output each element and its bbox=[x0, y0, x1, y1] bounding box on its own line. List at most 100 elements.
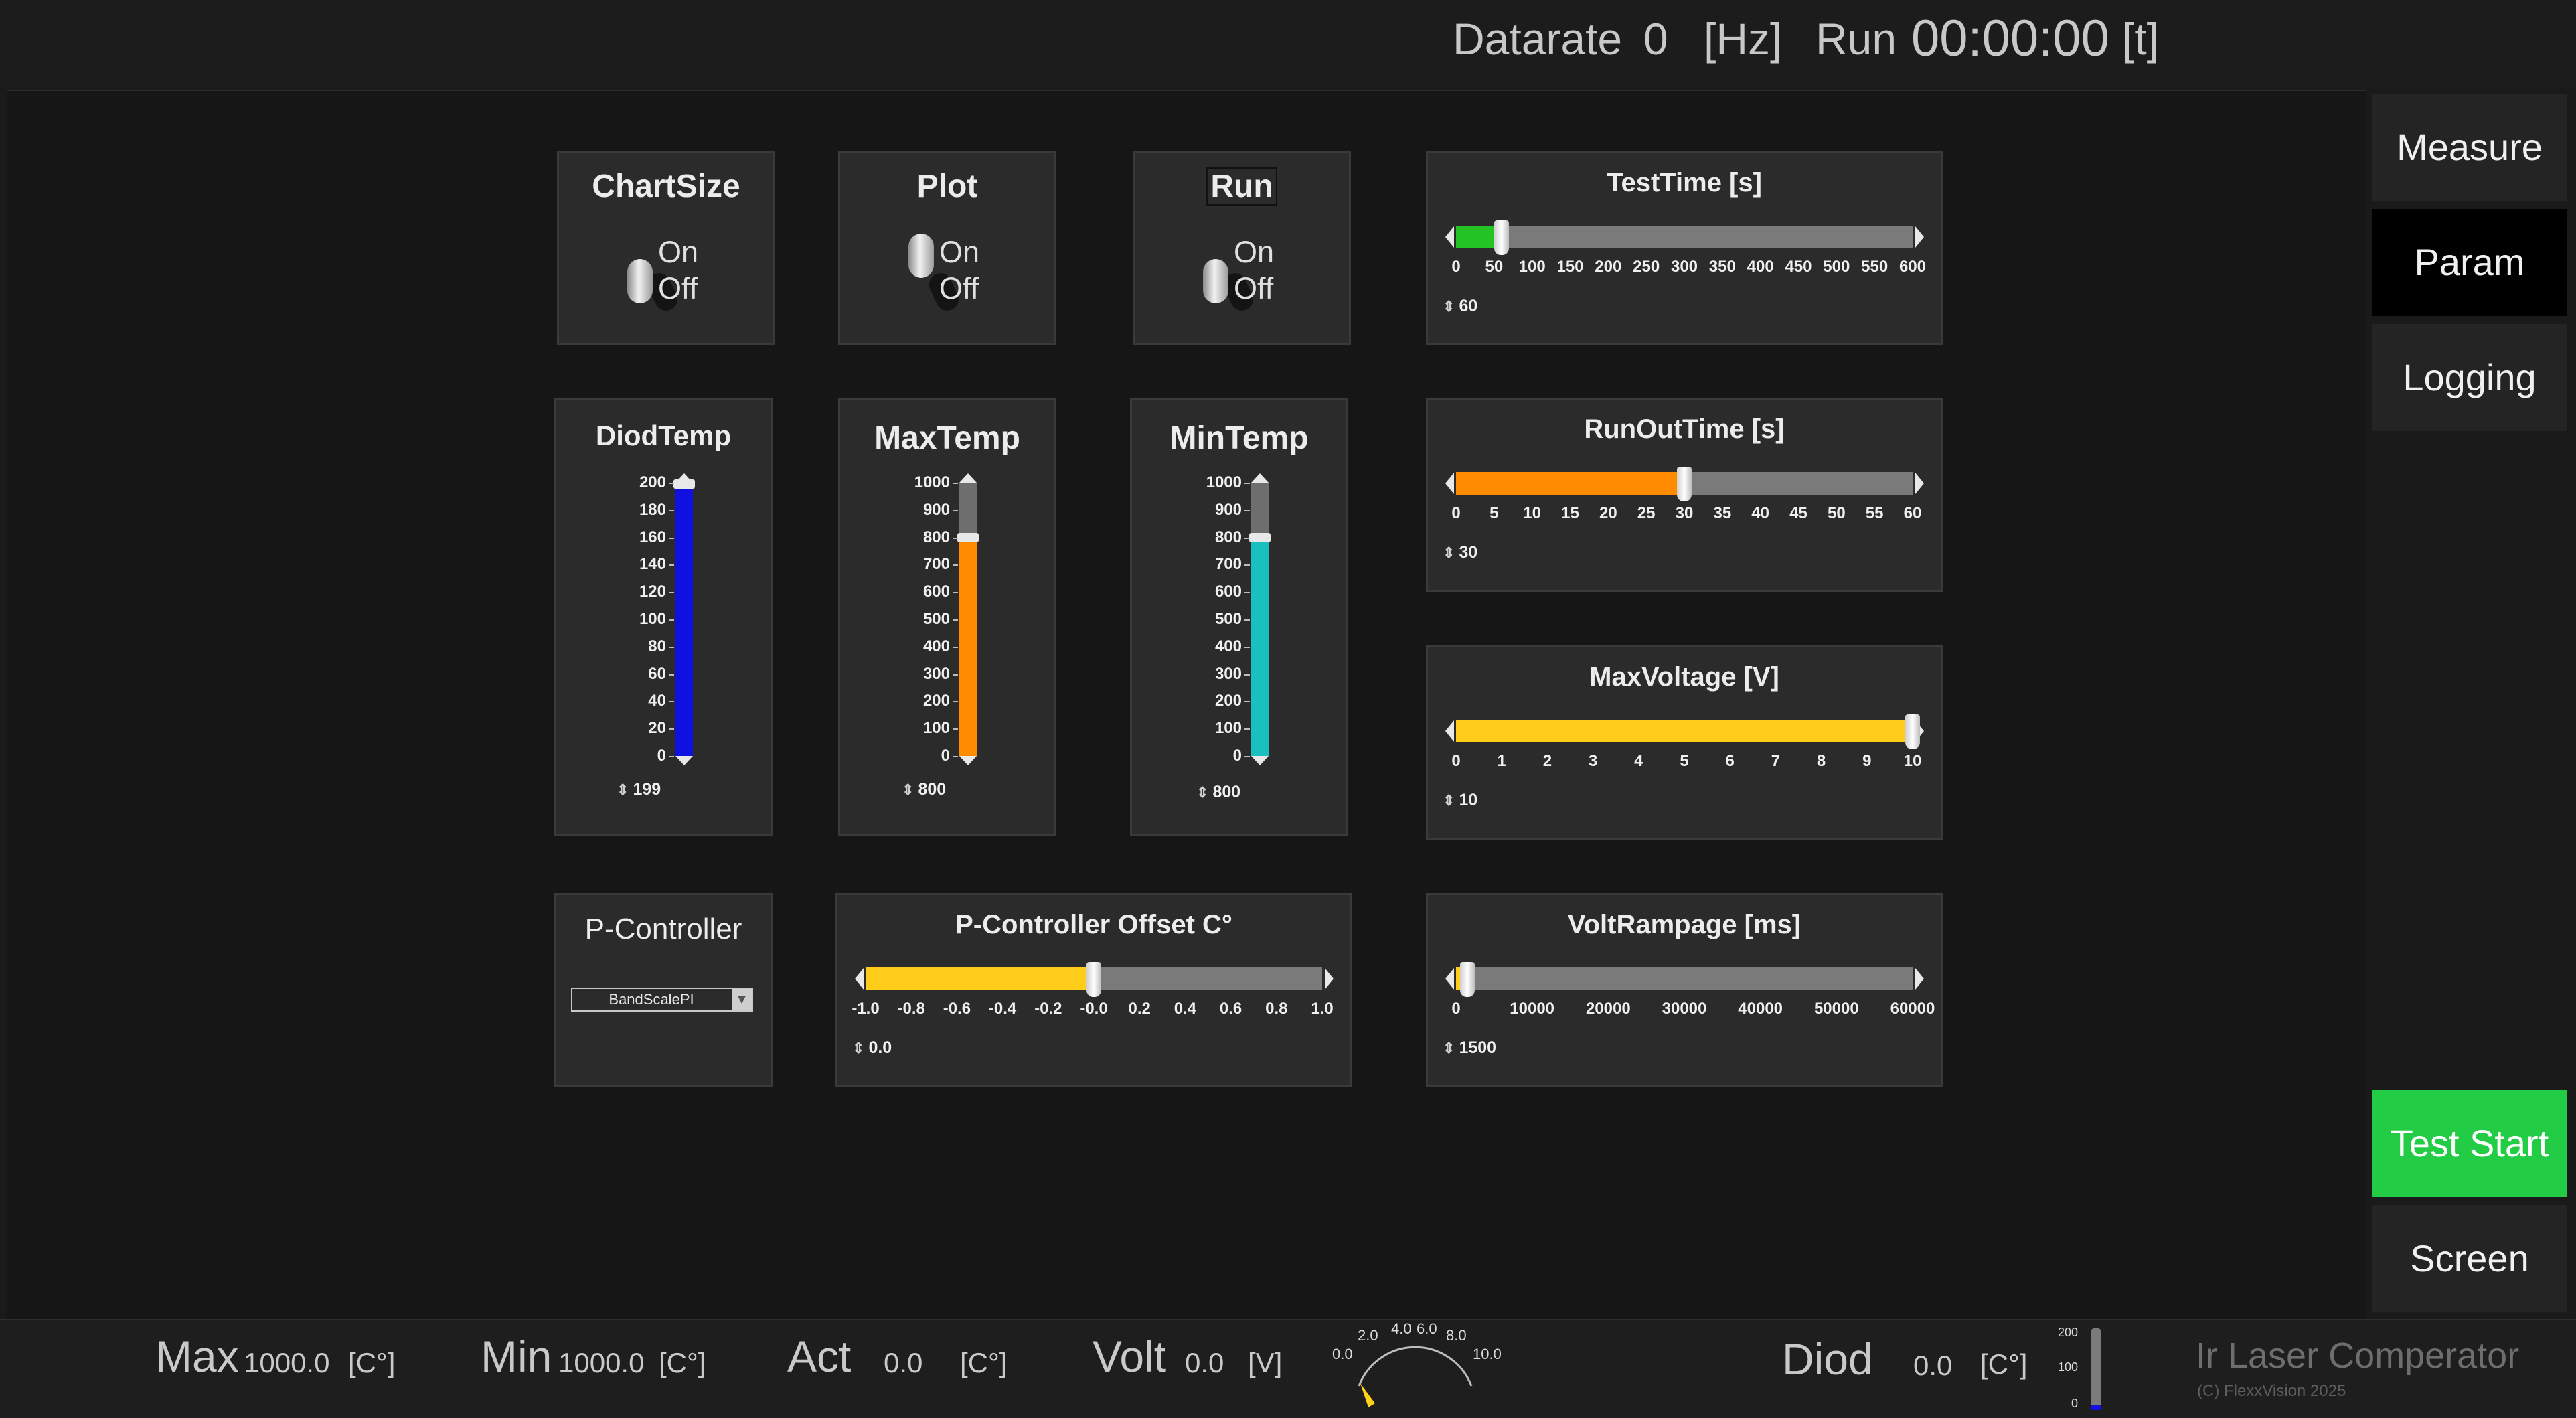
vbar-tick-label: 700 bbox=[922, 555, 950, 574]
vbar-tick-label: 300 bbox=[922, 664, 950, 683]
slider-tick-label: 15 bbox=[1561, 504, 1579, 522]
arrow-up-icon[interactable] bbox=[675, 473, 693, 483]
mintemp-value-text: 800 bbox=[1212, 783, 1241, 801]
maxvoltage-title: MaxVoltage [V] bbox=[1589, 662, 1779, 692]
min-value: 1000.0 bbox=[558, 1347, 645, 1378]
arrow-down-icon[interactable] bbox=[959, 756, 977, 765]
mini-track bbox=[2091, 1328, 2101, 1409]
slider-tick-label: 30000 bbox=[1662, 1000, 1707, 1018]
vbar-track[interactable] bbox=[673, 473, 695, 765]
chevron-down-icon[interactable]: ▼ bbox=[732, 989, 752, 1010]
arrow-left-icon[interactable] bbox=[1445, 720, 1454, 742]
slider-tick-label: 30 bbox=[1675, 504, 1694, 522]
mini-tick: 200 bbox=[2058, 1326, 2079, 1339]
runouttime-title: RunOutTime [s] bbox=[1584, 414, 1785, 444]
maxtemp-value-text: 800 bbox=[918, 780, 947, 799]
slider-tick-label: -0.8 bbox=[897, 1000, 925, 1018]
slider-thumb[interactable] bbox=[1460, 962, 1475, 997]
nav-screen[interactable]: Screen bbox=[2372, 1205, 2567, 1312]
slider-track[interactable] bbox=[1456, 720, 1913, 742]
nav-measure[interactable]: Measure bbox=[2372, 94, 2567, 201]
test-start-button[interactable]: Test Start bbox=[2372, 1090, 2567, 1197]
chartsize-panel: ChartSize On Off bbox=[557, 151, 775, 345]
slider-tick-label: 35 bbox=[1713, 504, 1732, 522]
plot-toggle[interactable] bbox=[908, 234, 934, 278]
arrow-right-icon[interactable] bbox=[1915, 226, 1924, 248]
min-label: Min bbox=[481, 1332, 552, 1381]
slider-tick-label: 10000 bbox=[1510, 1000, 1555, 1018]
vbar-thumb[interactable] bbox=[1249, 532, 1271, 542]
arrow-down-icon[interactable] bbox=[675, 756, 693, 765]
vbar-tick-mark bbox=[669, 646, 674, 648]
vbar-tick-label: 0 bbox=[657, 746, 666, 765]
arrow-right-icon[interactable] bbox=[1325, 968, 1334, 990]
pcontroller-select[interactable]: BandScalePI ▼ bbox=[571, 988, 753, 1012]
slider-tick-label: 8 bbox=[1816, 752, 1826, 770]
vbar-tick-mark bbox=[669, 592, 674, 594]
chartsize-toggle[interactable] bbox=[627, 259, 653, 303]
vbar-tick-mark bbox=[669, 537, 674, 539]
arrow-up-icon[interactable] bbox=[1251, 473, 1269, 483]
arrow-left-icon[interactable] bbox=[1445, 473, 1454, 494]
vbar-tick-label: 100 bbox=[639, 610, 666, 628]
status-bar: Datarate 0 [Hz] Run 00:00:00 [t] bbox=[0, 0, 2576, 87]
vbar-tick-mark bbox=[953, 756, 958, 757]
bottom-status-bar: Max 1000.0 [C°] Min 1000.0 [C°] Act 0.0 … bbox=[0, 1319, 2576, 1418]
slider-tick-label: 400 bbox=[1747, 258, 1774, 276]
slider-track[interactable] bbox=[1456, 967, 1913, 990]
arrow-right-icon[interactable] bbox=[1915, 968, 1924, 990]
voltrampage-value-text: 1500 bbox=[1459, 1038, 1497, 1057]
slider-tick-label: 60000 bbox=[1890, 1000, 1935, 1018]
slider-tick-label: 0.4 bbox=[1174, 1000, 1197, 1018]
slider-thumb[interactable] bbox=[1677, 467, 1692, 501]
gauge-tick: 2.0 bbox=[1358, 1327, 1378, 1344]
vbar-track[interactable] bbox=[957, 473, 979, 765]
vbar-tick-mark bbox=[1244, 619, 1250, 621]
diod-unit: [C°] bbox=[1980, 1348, 2028, 1380]
nav-logging[interactable]: Logging bbox=[2372, 324, 2567, 431]
slider-track[interactable] bbox=[1456, 226, 1913, 248]
vbar-tick-mark bbox=[1244, 728, 1250, 730]
slider-tick-label: 40 bbox=[1751, 504, 1770, 522]
slider-tick-label: 9 bbox=[1862, 752, 1872, 770]
maxvoltage-value: ⇕ 10 bbox=[1443, 791, 1478, 809]
slider-tick-label: 40000 bbox=[1738, 1000, 1783, 1018]
vbar-tick-mark bbox=[953, 674, 958, 676]
nav-param[interactable]: Param bbox=[2372, 209, 2567, 316]
vbar-tick-label: 80 bbox=[648, 637, 666, 655]
vbar-tick-mark bbox=[953, 646, 958, 648]
vbar-tick-label: 60 bbox=[648, 664, 666, 683]
vbar-tick-label: 160 bbox=[639, 528, 666, 546]
slider-tick-label: 5 bbox=[1490, 504, 1499, 522]
slider-thumb[interactable] bbox=[1494, 220, 1510, 255]
copyright: (C) FlexxVision 2025 bbox=[2197, 1382, 2346, 1400]
arrow-right-icon[interactable] bbox=[1915, 473, 1924, 494]
vbar-tick-label: 20 bbox=[648, 719, 666, 738]
slider-tick-label: 100 bbox=[1518, 258, 1546, 276]
vbar-tick-mark bbox=[1244, 701, 1250, 703]
arrow-left-icon[interactable] bbox=[1445, 968, 1454, 990]
toggle-off-label: Off bbox=[658, 271, 698, 305]
arrow-left-icon[interactable] bbox=[855, 968, 864, 990]
gauge-arc bbox=[1358, 1346, 1473, 1387]
run-toggle[interactable] bbox=[1203, 259, 1228, 303]
vbar-tick-label: 100 bbox=[922, 719, 950, 738]
vbar-tick-mark bbox=[953, 483, 958, 484]
pcontroller-offset-panel: P-Controller Offset C° -1.0 -0.8 -0.6 -0.4-… bbox=[835, 893, 1352, 1087]
vbar-tick-mark bbox=[1244, 756, 1250, 757]
slider-tick-label: -0.0 bbox=[1080, 1000, 1108, 1018]
vbar-tick-mark bbox=[1244, 674, 1250, 676]
arrow-up-icon[interactable] bbox=[959, 473, 977, 483]
slider-tick-label: 600 bbox=[1899, 258, 1927, 276]
slider-thumb[interactable] bbox=[1905, 714, 1920, 749]
diodtemp-value-text: 199 bbox=[633, 780, 661, 799]
slider-tick-label: 2 bbox=[1542, 752, 1552, 770]
slider-tick-label: -0.6 bbox=[943, 1000, 971, 1018]
slider-thumb[interactable] bbox=[1086, 962, 1101, 997]
runouttime-value: ⇕ 30 bbox=[1443, 543, 1478, 562]
vbar-thumb[interactable] bbox=[957, 532, 979, 542]
vbar-tick-label: 0 bbox=[941, 746, 950, 765]
arrow-left-icon[interactable] bbox=[1445, 226, 1454, 248]
vbar-track[interactable] bbox=[1249, 473, 1271, 765]
arrow-down-icon[interactable] bbox=[1251, 756, 1269, 765]
